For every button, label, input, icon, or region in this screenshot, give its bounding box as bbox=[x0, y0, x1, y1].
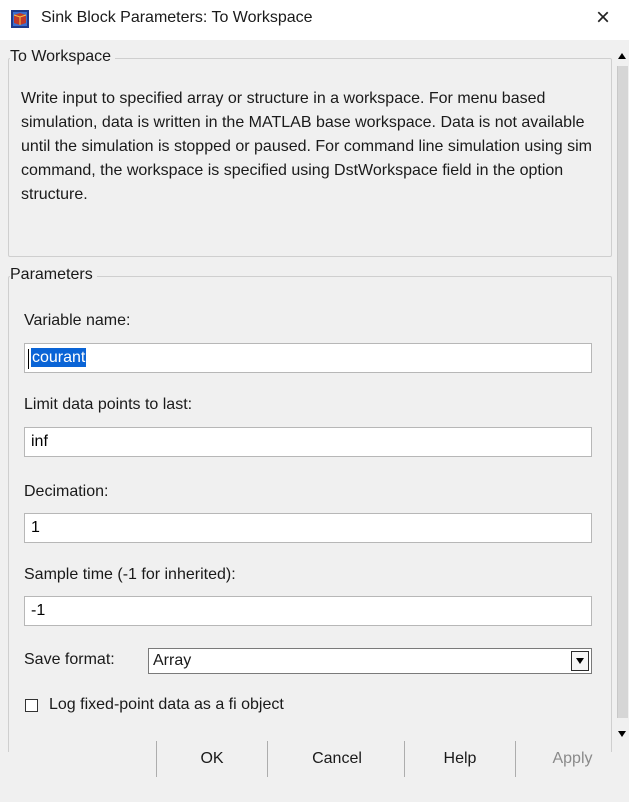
window-title: Sink Block Parameters: To Workspace bbox=[41, 9, 313, 26]
sample-time-label: Sample time (-1 for inherited): bbox=[24, 566, 236, 583]
help-button[interactable]: Help bbox=[405, 741, 515, 777]
save-format-label: Save format: bbox=[24, 651, 115, 668]
block-group-legend: To Workspace bbox=[10, 48, 116, 66]
title-bar: Sink Block Parameters: To Workspace × bbox=[0, 0, 629, 40]
block-description-group: To Workspace Write input to specified ar… bbox=[8, 48, 612, 257]
decimation-input[interactable] bbox=[25, 514, 591, 542]
limit-data-points-input[interactable] bbox=[25, 428, 591, 456]
close-button[interactable]: × bbox=[596, 4, 610, 32]
chevron-down-icon bbox=[576, 658, 584, 664]
simulink-block-icon bbox=[11, 10, 29, 28]
save-format-value: Array bbox=[153, 652, 192, 669]
scroll-down-arrow-icon[interactable] bbox=[615, 726, 629, 742]
log-fixed-point-checkbox[interactable] bbox=[25, 699, 38, 712]
cancel-button[interactable]: Cancel bbox=[286, 741, 388, 777]
log-fixed-point-label: Log fixed-point data as a fi object bbox=[49, 696, 284, 713]
save-format-dropdown-button[interactable] bbox=[571, 651, 589, 671]
limit-data-points-field[interactable] bbox=[24, 427, 592, 457]
sample-time-input[interactable] bbox=[25, 597, 591, 625]
variable-name-value: courant bbox=[31, 348, 87, 367]
parameters-legend: Parameters bbox=[10, 266, 97, 284]
vertical-scrollbar[interactable] bbox=[615, 40, 629, 752]
decimation-field[interactable] bbox=[24, 513, 592, 543]
save-format-select[interactable]: Array bbox=[148, 648, 592, 674]
limit-data-points-label: Limit data points to last: bbox=[24, 396, 193, 413]
variable-name-label: Variable name: bbox=[24, 312, 131, 329]
dialog-content: To Workspace Write input to specified ar… bbox=[0, 40, 615, 757]
apply-button[interactable]: Apply bbox=[516, 741, 629, 777]
scrollbar-thumb[interactable] bbox=[617, 66, 628, 718]
text-caret bbox=[28, 349, 29, 369]
button-divider bbox=[267, 741, 268, 777]
ok-button[interactable]: OK bbox=[157, 741, 267, 777]
variable-name-field[interactable]: courant bbox=[24, 343, 592, 373]
sample-time-field[interactable] bbox=[24, 596, 592, 626]
scroll-up-arrow-icon[interactable] bbox=[615, 48, 629, 64]
block-description: Write input to specified array or struct… bbox=[21, 90, 592, 203]
decimation-label: Decimation: bbox=[24, 483, 109, 500]
